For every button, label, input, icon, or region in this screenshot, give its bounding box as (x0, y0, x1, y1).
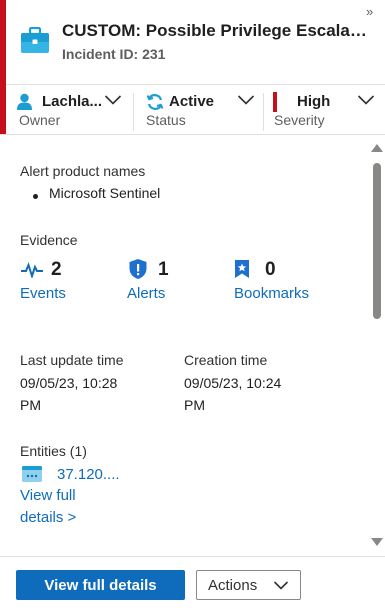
creation-time-value: 09/05/23, 10:24 (184, 375, 282, 391)
briefcase-icon (21, 27, 49, 53)
actions-button-label: Actions (208, 576, 258, 594)
view-full-details-link[interactable]: View full (20, 487, 76, 504)
creation-time-label: Creation time (184, 352, 268, 368)
alerts-count: 1 (158, 259, 169, 280)
severity-value: High (297, 93, 331, 110)
events-count: 2 (51, 259, 62, 280)
activity-pulse-icon (21, 262, 43, 278)
status-value: Active (169, 93, 215, 110)
status-dropdown[interactable]: Active Status (140, 85, 260, 134)
collapse-panel-button[interactable]: » (366, 4, 373, 19)
ip-address-icon (22, 466, 42, 482)
panel-footer: View full details Actions (0, 556, 385, 614)
last-update-label: Last update time (20, 352, 124, 368)
last-update-value: 09/05/23, 10:28 (20, 375, 118, 391)
alert-product-name: Microsoft Sentinel (49, 185, 161, 201)
view-full-details-link-cont[interactable]: details > (20, 509, 76, 526)
owner-label: Owner (19, 112, 61, 128)
chevron-down-icon (357, 95, 375, 105)
properties-divider (0, 134, 385, 135)
status-label: Status (146, 112, 186, 128)
creation-time-value-ampm: PM (184, 397, 205, 413)
scroll-up-arrow-icon[interactable] (371, 144, 383, 152)
scrollbar-thumb[interactable] (373, 163, 381, 319)
entities-label: Entities (1) (20, 443, 87, 459)
incident-panel: CUSTOM: Possible Privilege Escalation In… (0, 0, 385, 614)
property-separator (133, 93, 134, 131)
incident-properties: Lachla... Owner Active Status High Sever… (6, 85, 385, 134)
severity-high-icon (273, 92, 277, 112)
bookmarks-count: 0 (265, 259, 276, 280)
incident-id: Incident ID: 231 (62, 46, 166, 62)
person-icon (17, 93, 32, 110)
property-separator (263, 93, 264, 131)
severity-label: Severity (274, 112, 325, 128)
owner-value: Lachla... (42, 93, 103, 110)
incident-title: CUSTOM: Possible Privilege Escalation (62, 21, 372, 40)
chevron-down-icon (104, 95, 122, 105)
view-full-details-button[interactable]: View full details (16, 570, 185, 600)
entity-ip-link[interactable]: 37.120.... (57, 466, 120, 483)
chevron-down-icon (237, 95, 255, 105)
bookmarks-link[interactable]: Bookmarks (234, 285, 309, 302)
actions-button[interactable]: Actions (196, 570, 301, 600)
bookmark-icon (235, 260, 249, 278)
alerts-link[interactable]: Alerts (127, 285, 165, 302)
scroll-down-arrow-icon[interactable] (371, 538, 383, 546)
owner-dropdown[interactable]: Lachla... Owner (6, 85, 132, 134)
events-link[interactable]: Events (20, 285, 66, 302)
last-update-value-ampm: PM (20, 397, 41, 413)
chevron-down-icon (273, 581, 289, 590)
evidence-label: Evidence (20, 232, 78, 248)
list-bullet (33, 194, 38, 199)
severity-dropdown[interactable]: High Severity (268, 85, 385, 134)
refresh-icon (146, 94, 164, 110)
panel-header: CUSTOM: Possible Privilege Escalation In… (0, 0, 385, 84)
alert-product-names-label: Alert product names (20, 163, 146, 179)
shield-alert-icon (129, 259, 147, 279)
